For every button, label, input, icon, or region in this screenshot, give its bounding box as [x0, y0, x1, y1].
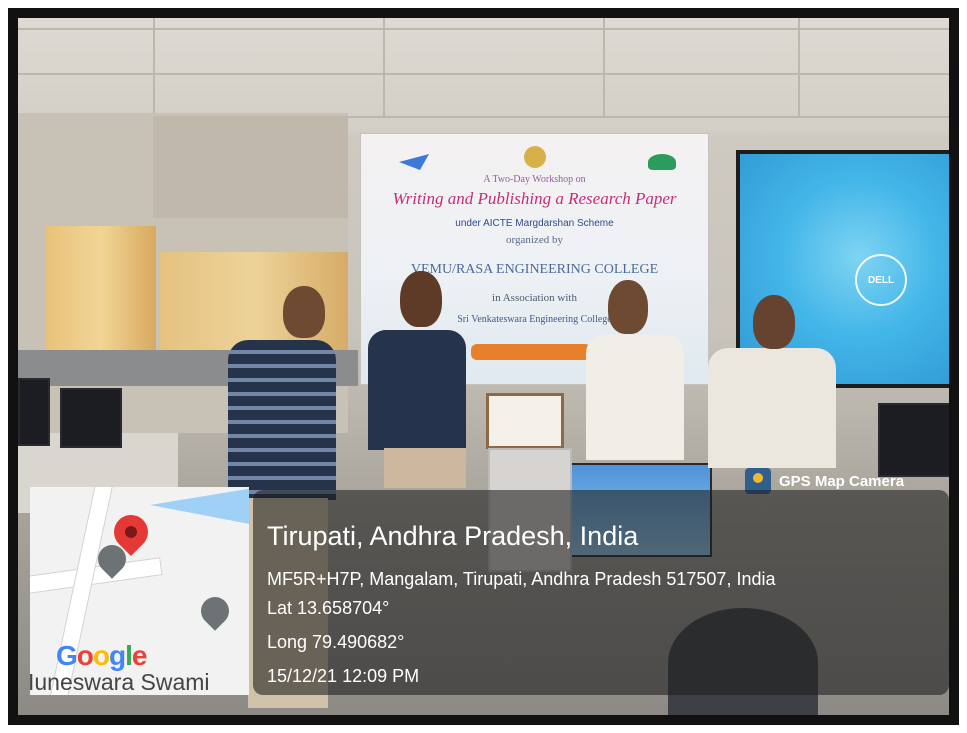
location-map: Google Iuneswara Swami	[30, 487, 249, 695]
logo-icon	[399, 154, 429, 170]
window	[46, 226, 156, 366]
map-place-label: Iuneswara Swami	[30, 669, 210, 695]
ceiling-grid-line	[383, 18, 385, 118]
monitor	[878, 403, 949, 477]
location-title: Tirupati, Andhra Pradesh, India	[267, 521, 639, 551]
banner-organized: organized by	[506, 234, 563, 246]
dell-logo: DELL	[855, 254, 907, 306]
tree-logo-icon	[648, 154, 676, 170]
ceiling-grid-line	[798, 18, 800, 118]
ceiling-grid-line	[18, 28, 949, 30]
seal-icon	[524, 146, 546, 168]
longitude: Long 79.490682°	[267, 632, 405, 652]
google-logo: Google	[56, 640, 147, 671]
date-time: 15/12/21 12:09 PM	[267, 666, 420, 686]
gps-info-panel: Tirupati, Andhra Pradesh, India MF5R+H7P…	[253, 490, 949, 695]
temple-marker-icon	[195, 591, 235, 631]
address-line: MF5R+H7P, Mangalam, Tirupati, Andhra Pra…	[267, 569, 776, 589]
banner-scheme: under AICTE Margdarshan Scheme	[455, 218, 614, 229]
monitor	[60, 388, 122, 448]
banner-title: Writing and Publishing a Research Paper	[392, 189, 677, 208]
latitude: Lat 13.658704°	[267, 598, 390, 618]
monitor	[18, 378, 50, 446]
ceiling-grid-line	[153, 18, 155, 118]
wall-panel	[153, 116, 348, 218]
photo-frame: A Two-Day Workshop on Writing and Publis…	[0, 0, 967, 733]
ceiling-grid-line	[603, 18, 605, 118]
gps-app-name: GPS Map Camera	[779, 472, 905, 490]
banner-line1: A Two-Day Workshop on	[483, 174, 586, 185]
water-area	[150, 487, 249, 526]
certificate	[486, 393, 564, 449]
date-strip	[471, 344, 591, 360]
ceiling-grid-line	[18, 73, 949, 75]
